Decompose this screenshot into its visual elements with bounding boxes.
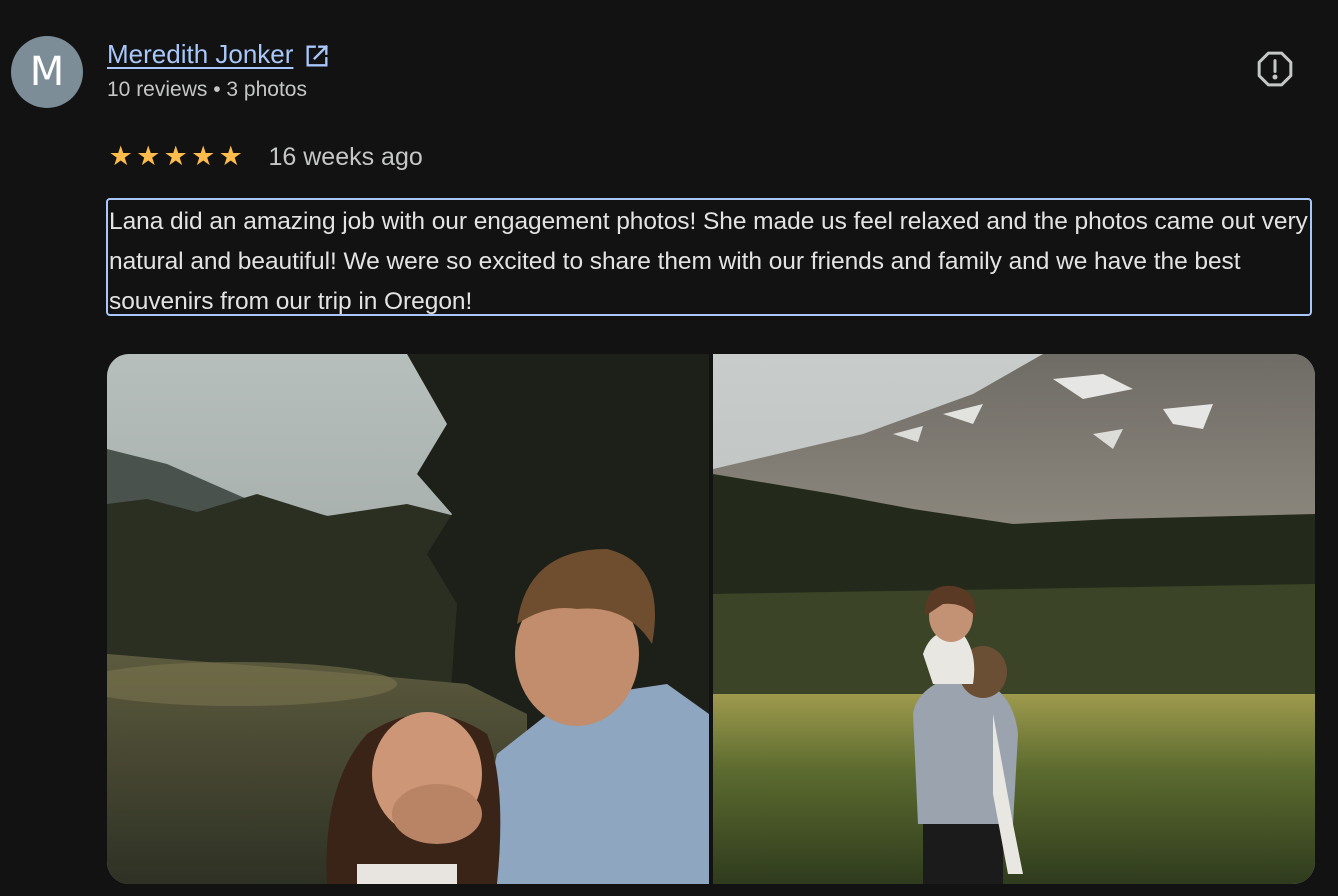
star-rating: ★ ★ ★ ★ ★ — [107, 140, 245, 174]
review-time: 16 weeks ago — [268, 142, 423, 171]
photo-gallery — [107, 354, 1315, 884]
review-photo-2[interactable] — [713, 354, 1315, 884]
review-photo-1[interactable] — [107, 354, 709, 884]
author-name-link[interactable]: Meredith Jonker — [107, 39, 293, 70]
review-text: Lana did an amazing job with our engagem… — [109, 208, 1308, 315]
star-icon: ★ — [136, 141, 161, 172]
avatar[interactable]: M — [11, 36, 83, 108]
star-icon: ★ — [108, 141, 133, 172]
star-icon: ★ — [191, 141, 216, 172]
review-card: M Meredith Jonker 10 reviews • 3 photos … — [0, 0, 1338, 896]
author-row: Meredith Jonker — [107, 38, 331, 70]
review-text-focus-box[interactable]: Lana did an amazing job with our engagem… — [106, 198, 1312, 316]
star-icon: ★ — [218, 141, 243, 172]
rating-row: ★ ★ ★ ★ ★ 16 weeks ago — [107, 140, 423, 174]
report-icon[interactable] — [1252, 46, 1298, 92]
external-link-icon[interactable] — [303, 42, 331, 70]
author-meta: 10 reviews • 3 photos — [107, 78, 307, 101]
star-icon: ★ — [163, 141, 188, 172]
